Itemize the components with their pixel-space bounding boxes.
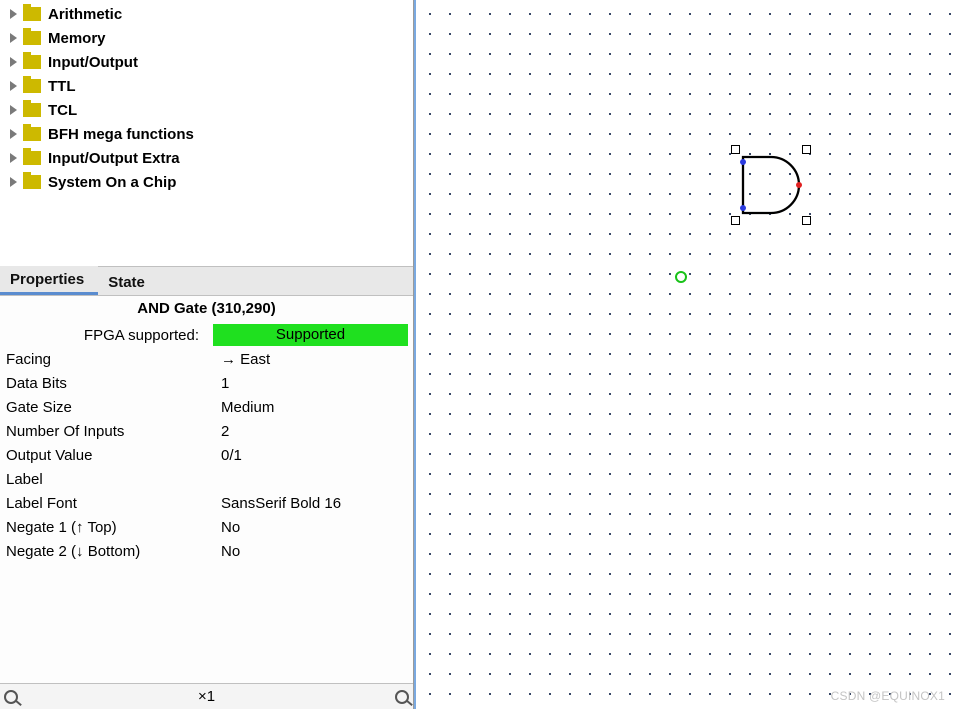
prop-row-output-value[interactable]: Output Value 0/1: [0, 443, 413, 467]
tree-item-input-output[interactable]: Input/Output: [0, 50, 413, 74]
zoom-bar: ×1: [0, 683, 413, 709]
properties-table: FPGA supported: Supported Facing → East …: [0, 323, 413, 683]
zoom-level: ×1: [198, 688, 215, 705]
expand-arrow-icon: [10, 9, 17, 19]
expand-arrow-icon: [10, 81, 17, 91]
prop-key: Facing: [6, 351, 221, 368]
properties-tabs: Properties State: [0, 266, 413, 296]
folder-icon: [23, 79, 41, 93]
prop-key: Number Of Inputs: [6, 423, 221, 440]
prop-val: No: [221, 519, 413, 536]
folder-icon: [23, 103, 41, 117]
origin-marker-icon: [675, 271, 687, 283]
expand-arrow-icon: [10, 57, 17, 67]
expand-arrow-icon: [10, 105, 17, 115]
tree-item-label: TTL: [48, 78, 76, 95]
tree-item-tcl[interactable]: TCL: [0, 98, 413, 122]
folder-icon: [23, 151, 41, 165]
prop-val: No: [221, 543, 413, 560]
selection-handle-se[interactable]: [802, 216, 811, 225]
prop-key: Output Value: [6, 447, 221, 464]
prop-key: Negate 2 (↓ Bottom): [6, 543, 221, 560]
prop-row-gate-size[interactable]: Gate Size Medium: [0, 395, 413, 419]
prop-row-number-of-inputs[interactable]: Number Of Inputs 2: [0, 419, 413, 443]
prop-val: Medium: [221, 399, 413, 416]
tree-item-label: Input/Output Extra: [48, 150, 180, 167]
left-pane: Arithmetic Memory Input/Output TTL TCL: [0, 0, 414, 709]
prop-row-facing[interactable]: Facing → East: [0, 347, 413, 371]
folder-icon: [23, 55, 41, 69]
selection-handle-sw[interactable]: [731, 216, 740, 225]
tree-item-arithmetic[interactable]: Arithmetic: [0, 2, 413, 26]
app-root: Arithmetic Memory Input/Output TTL TCL: [0, 0, 953, 709]
tree-item-label: Memory: [48, 30, 106, 47]
prop-key: Gate Size: [6, 399, 221, 416]
prop-row-fpga-supported[interactable]: FPGA supported: Supported: [0, 323, 413, 347]
tree-item-label: TCL: [48, 102, 77, 119]
zoom-in-icon[interactable]: [395, 690, 409, 704]
folder-icon: [23, 7, 41, 21]
and-gate-icon: [736, 150, 806, 220]
zoom-out-icon[interactable]: [4, 690, 18, 704]
prop-val: 1: [221, 375, 413, 392]
prop-val: 2: [221, 423, 413, 440]
folder-icon: [23, 175, 41, 189]
tree-item-bfh-mega-functions[interactable]: BFH mega functions: [0, 122, 413, 146]
tree-item-label: System On a Chip: [48, 174, 176, 191]
selection-handle-ne[interactable]: [802, 145, 811, 154]
prop-val: 0/1: [221, 447, 413, 464]
folder-icon: [23, 127, 41, 141]
selection-handle-nw[interactable]: [731, 145, 740, 154]
tree-item-system-on-a-chip[interactable]: System On a Chip: [0, 170, 413, 194]
prop-val: Supported: [213, 324, 413, 346]
prop-row-label-font[interactable]: Label Font SansSerif Bold 16: [0, 491, 413, 515]
tree-item-label: Arithmetic: [48, 6, 122, 23]
prop-val: → East: [221, 351, 413, 368]
prop-row-negate-1[interactable]: Negate 1 (↑ Top) No: [0, 515, 413, 539]
tree-item-input-output-extra[interactable]: Input/Output Extra: [0, 146, 413, 170]
component-tree: Arithmetic Memory Input/Output TTL TCL: [0, 0, 413, 266]
tree-item-memory[interactable]: Memory: [0, 26, 413, 50]
supported-badge: Supported: [213, 324, 408, 346]
expand-arrow-icon: [10, 153, 17, 163]
folder-icon: [23, 31, 41, 45]
prop-key: Label: [6, 471, 221, 488]
expand-arrow-icon: [10, 129, 17, 139]
circuit-canvas[interactable]: CSDN @EQUINOX1: [414, 0, 953, 709]
expand-arrow-icon: [10, 33, 17, 43]
prop-key: Data Bits: [6, 375, 221, 392]
prop-key: Label Font: [6, 495, 221, 512]
prop-key: FPGA supported:: [6, 327, 213, 344]
prop-row-label[interactable]: Label: [0, 467, 413, 491]
tree-item-ttl[interactable]: TTL: [0, 74, 413, 98]
expand-arrow-icon: [10, 177, 17, 187]
tree-item-label: BFH mega functions: [48, 126, 194, 143]
prop-val: SansSerif Bold 16: [221, 495, 413, 512]
tree-item-label: Input/Output: [48, 54, 138, 71]
and-gate-component[interactable]: [736, 150, 806, 220]
tab-properties[interactable]: Properties: [0, 266, 98, 295]
prop-key: Negate 1 (↑ Top): [6, 519, 221, 536]
prop-row-data-bits[interactable]: Data Bits 1: [0, 371, 413, 395]
tree-empty-space: [0, 194, 413, 260]
watermark: CSDN @EQUINOX1: [831, 689, 945, 703]
prop-row-negate-2[interactable]: Negate 2 (↓ Bottom) No: [0, 539, 413, 563]
component-header: AND Gate (310,290): [0, 296, 413, 323]
tab-state[interactable]: State: [98, 269, 159, 295]
